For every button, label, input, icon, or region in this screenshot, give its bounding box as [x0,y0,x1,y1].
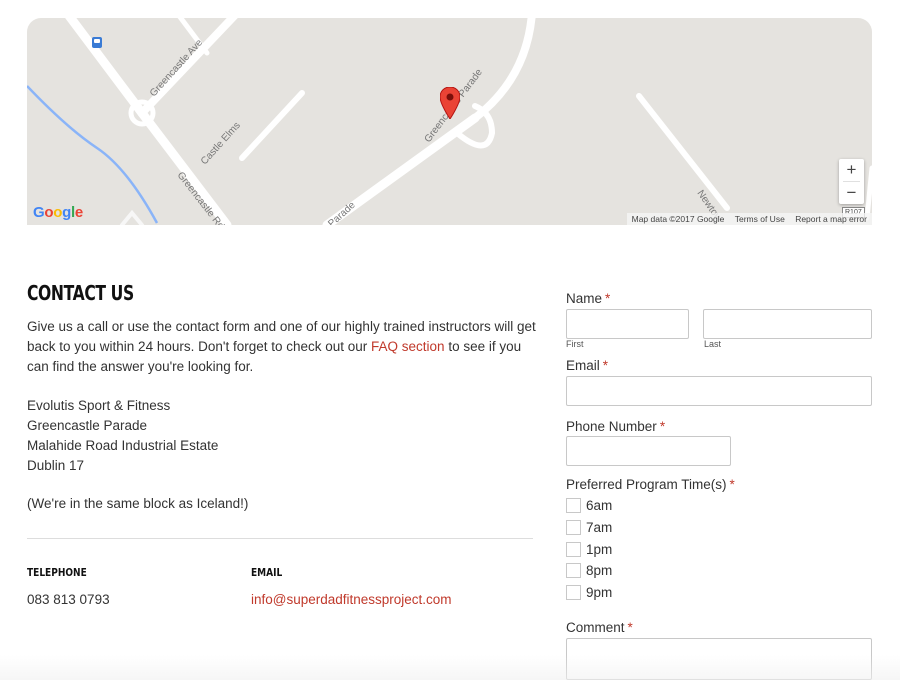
name-label-text: Name [566,291,603,306]
address-line: Malahide Road Industrial Estate [27,438,219,453]
email-heading: EMAIL [251,566,283,579]
program-option-6am[interactable]: 6am [566,497,612,514]
zoom-in-button[interactable]: + [839,159,864,181]
zoom-control: + − [839,159,864,204]
required-mark: * [627,620,633,635]
first-name-input[interactable] [566,309,689,339]
checkbox-label: 8pm [586,563,613,578]
faq-link[interactable]: FAQ section [371,339,445,354]
checkbox-label: 1pm [586,542,613,557]
checkbox[interactable] [566,542,581,557]
phone-field[interactable] [566,436,731,466]
email-label: Email * [566,358,608,373]
checkbox-label: 6am [586,498,613,513]
map-attribution: Map data ©2017 Google Terms of Use Repor… [626,213,872,225]
location-note: (We're in the same block as Iceland!) [27,496,249,511]
report-error-link[interactable]: Report a map error [795,214,867,224]
required-mark: * [605,291,611,306]
required-mark: * [602,358,609,373]
contact-intro: Give us a call or use the contact form a… [27,317,537,377]
map[interactable]: Greencastle Ave Castle Elms Greencastle … [27,18,872,225]
checkbox[interactable] [566,563,581,578]
checkbox-label: 9pm [586,585,613,600]
required-mark: * [659,419,666,434]
divider [27,538,533,539]
map-data-text: Map data ©2017 Google [631,214,725,224]
phone-label-text: Phone Number [566,419,657,434]
zoom-out-button[interactable]: − [839,182,864,204]
first-sublabel: First [566,339,584,349]
comment-label-text: Comment [566,620,625,635]
comment-label: Comment * [566,620,633,635]
address-line: Greencastle Parade [27,418,148,433]
email-label-text: Email [566,358,600,373]
program-label-text: Preferred Program Time(s) [566,477,727,492]
checkbox[interactable] [566,520,581,535]
program-option-9pm[interactable]: 9pm [566,584,612,601]
terms-link[interactable]: Terms of Use [735,214,785,224]
email-link[interactable]: info@superdadfitnessproject.com [251,592,452,607]
location-pin-icon[interactable] [440,87,460,119]
checkbox[interactable] [566,498,581,513]
bus-stop-icon[interactable] [92,37,102,48]
last-name-input[interactable] [703,309,872,339]
email-field[interactable] [566,376,872,406]
checkbox-label: 7am [586,520,613,535]
address-line: Evolutis Sport & Fitness [27,398,171,413]
checkbox[interactable] [566,585,581,600]
program-option-8pm[interactable]: 8pm [566,562,612,579]
address-line: Dublin 17 [27,458,85,473]
comment-textarea[interactable] [566,638,872,680]
map-roads [27,18,872,225]
required-mark: * [729,477,735,492]
program-option-1pm[interactable]: 1pm [566,541,612,558]
telephone-heading: TELEPHONE [27,566,87,579]
telephone-number[interactable]: 083 813 0793 [27,592,110,607]
last-sublabel: Last [704,339,722,349]
address-block: Evolutis Sport & Fitness Greencastle Par… [27,396,218,476]
program-label: Preferred Program Time(s) * [566,477,735,492]
program-option-7am[interactable]: 7am [566,519,612,536]
name-label: Name * [566,291,610,306]
contact-title: CONTACT US [27,281,134,305]
google-logo[interactable]: Google [33,204,83,221]
phone-label: Phone Number * [566,419,665,434]
